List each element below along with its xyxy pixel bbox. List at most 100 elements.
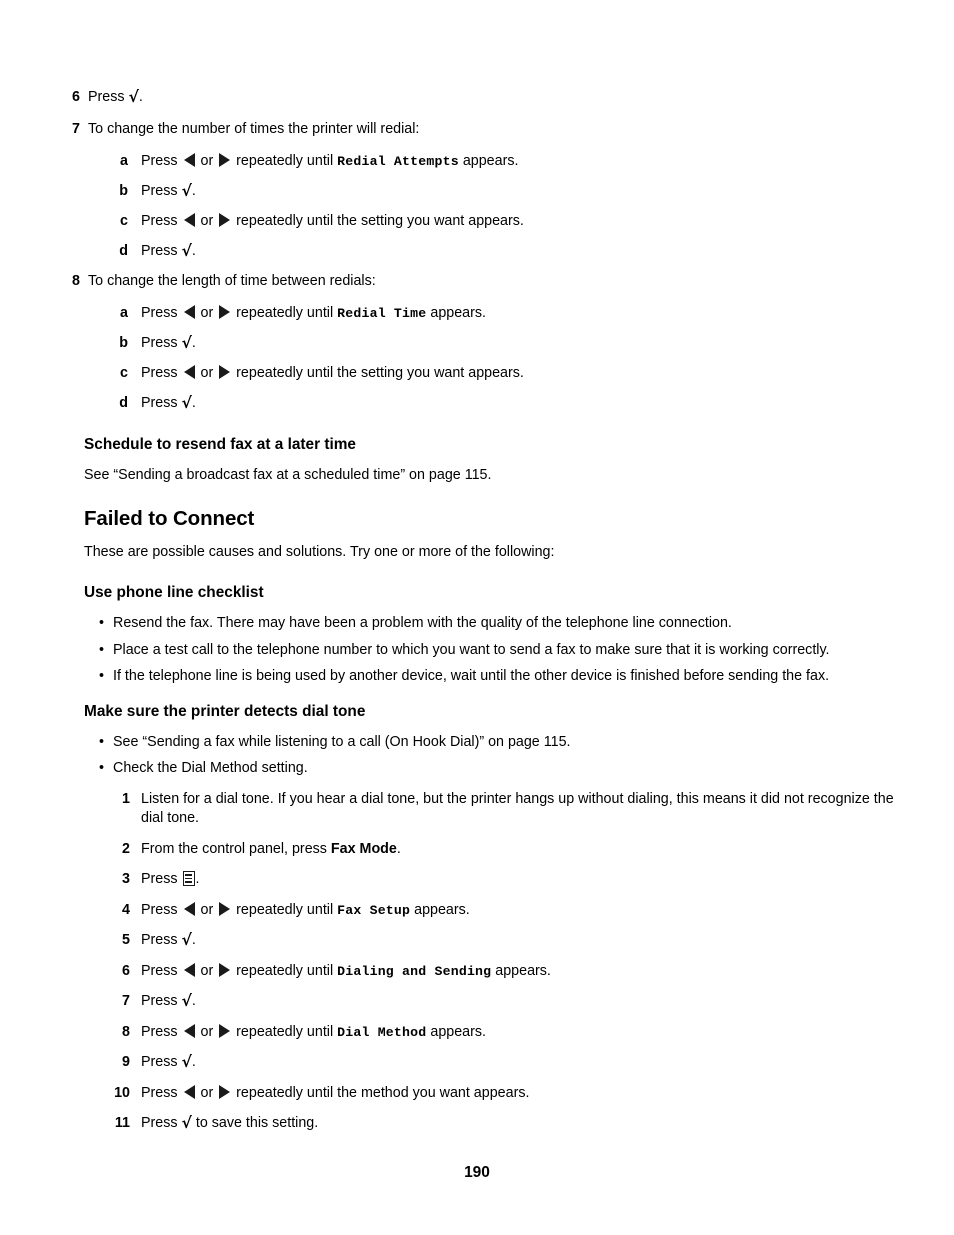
inner-step-item: 3 Press . [0,870,954,890]
dial-method-steps: 1 Listen for a dial tone. If you hear a d… [0,790,954,1134]
right-arrow-icon [219,901,231,916]
inner-step-pre: Press [141,993,182,1009]
inner-step-item: 2 From the control panel, press Fax Mode. [0,840,954,860]
page-number: 190 [464,1164,490,1181]
left-arrow-icon [183,305,195,319]
substep-pre: Press [141,395,182,411]
left-arrow-icon [183,901,195,916]
inner-step-pre: Press [141,1054,182,1070]
substep-letter: c [120,365,128,381]
step-text-after: . [138,89,143,105]
substep-mid: or [196,305,218,321]
step-text: To change the number of times the printe… [88,121,420,137]
list-item-text: Place a test call to the telephone numbe… [113,641,830,658]
inner-step-pre: Press [141,871,182,887]
substep-text: Press √. [141,183,196,199]
phone-checklist-list: • Resend the fax. There may have been a p… [0,614,954,687]
right-arrow-icon [219,153,231,167]
substep-letter: d [119,395,128,411]
inner-step-tail: . [195,871,200,887]
inner-step-tail: . [396,840,401,857]
step-number: 8 [72,273,80,289]
inner-step-item: 6 Press or repeatedly until Dialing and S… [0,962,954,982]
step-item: 8 To change the length of time between r… [0,272,954,291]
inner-step-number: 7 [122,993,130,1009]
substep-letter: b [119,183,128,199]
inner-step-mid: or [196,1084,218,1101]
substep-text: Press or repeatedly until the setting yo… [141,365,524,381]
bullet-icon: • [99,615,105,631]
inner-step-number: 10 [114,1084,130,1101]
substep-mid: or [196,365,218,381]
substep-letter: a [120,153,128,169]
step-number: 6 [72,89,80,105]
substep-item: c Press or repeatedly until the setting … [0,364,954,383]
step-text: To change the length of time between red… [88,273,376,289]
substep-tail: . [191,395,196,411]
right-arrow-icon [219,962,231,977]
substep-post: repeatedly until [232,153,338,169]
substep-text: Press √. [141,335,196,351]
right-arrow-icon [219,365,231,379]
substep-pre: Press [141,243,182,259]
substep-text: Press √. [141,243,196,259]
substep-item: c Press or repeatedly until the setting … [0,212,954,231]
inner-step-number: 11 [114,1115,130,1131]
substep-tail: . [191,243,196,259]
list-item-text: Resend the fax. There may have been a pr… [113,615,732,631]
substep-mid: or [196,153,218,169]
inner-step-item: 8 Press or repeatedly until Dial Method a… [0,1023,954,1043]
check-icon: √ [181,992,192,1010]
inner-step-number: 9 [122,1054,130,1070]
inner-step-item: 9 Press √. [0,1053,954,1073]
inner-step-post: repeatedly until [232,962,338,979]
inner-step-text: Listen for a dial tone. If you hear a di… [141,790,894,827]
substep-item: d Press √. [0,242,954,261]
bullet-icon: • [99,760,105,776]
substep-letter: a [120,305,128,321]
substep-tail: appears. [458,153,519,169]
inner-step-tail: appears. [491,962,551,979]
display-text: Dial Method [337,1024,427,1040]
substep-post: repeatedly until the setting you want ap… [232,365,524,381]
inner-step-item: 1 Listen for a dial tone. If you hear a d… [0,790,954,829]
check-icon: √ [181,394,192,412]
right-arrow-icon [219,1084,231,1099]
inner-step-pre: Press [141,1084,182,1101]
substep-item: b Press √. [0,182,954,201]
top-steps-section: 6 Press √. 7 To change the number of tim… [0,0,954,413]
display-text: Dialing and Sending [337,963,492,979]
inner-step-item: 11 Press √ to save this setting. [0,1114,954,1134]
inner-step-number: 3 [122,871,130,887]
check-icon: √ [181,931,192,949]
bullet-icon: • [99,668,105,684]
substep-letter: b [119,335,128,351]
substep-pre: Press [141,213,182,229]
substep-text: Press or repeatedly until Redial Time ap… [141,305,486,321]
substep-text: Press or repeatedly until Redial Attempt… [141,153,518,169]
paragraph-failed-intro: These are possible causes and solutions.… [84,544,555,560]
right-arrow-icon [219,1023,231,1038]
step-item: 6 Press √. [0,88,954,107]
substep-letter: c [120,213,128,229]
display-text: Fax Setup [337,902,411,918]
inner-step-pre: From the control panel, press [141,840,331,857]
menu-icon [182,871,195,886]
check-icon: √ [181,182,192,200]
list-item: • If the telephone line is being used by … [0,667,954,687]
left-arrow-icon [183,1023,195,1038]
list-item-text: If the telephone line is being used by a… [113,668,830,684]
display-text: Redial Time [337,306,427,321]
inner-step-number: 6 [122,962,130,979]
substep-letter: d [119,243,128,259]
heading-failed-to-connect: Failed to Connect [84,507,255,530]
check-icon: √ [181,334,192,352]
substep-item: d Press √. [0,394,954,413]
check-icon: √ [181,242,192,260]
substep-post: repeatedly until the setting you want ap… [232,213,524,229]
substep-mid: or [196,213,218,229]
inner-step-number: 8 [122,1023,130,1040]
substep-item: b Press √. [0,334,954,353]
